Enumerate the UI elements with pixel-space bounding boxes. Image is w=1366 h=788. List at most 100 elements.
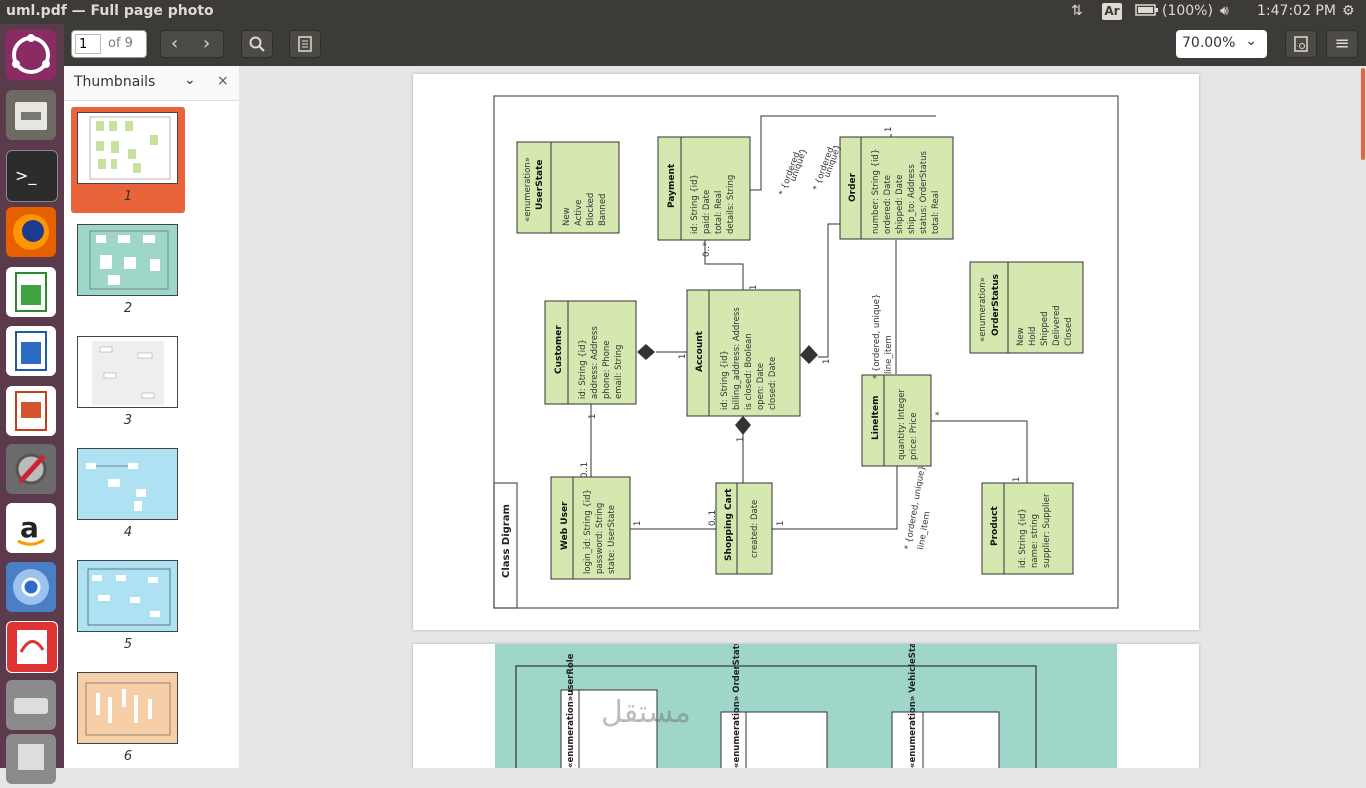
multiplicity-label: 1: [749, 285, 759, 290]
class-attr: status: OrderStatus: [919, 151, 929, 234]
multiplicity-label: 1: [678, 354, 688, 359]
clock[interactable]: 1:47:02 PM: [1257, 3, 1336, 19]
class-attr: Closed: [1064, 317, 1074, 346]
class-orderstatus: «enumeration» OrderStatus New Hold Shipp…: [969, 261, 1084, 354]
annotations-button[interactable]: [289, 30, 321, 58]
class-attr: paid: Date: [702, 190, 712, 234]
battery-icon[interactable]: [1135, 3, 1159, 21]
class-title: Account: [695, 330, 705, 372]
scrollbar-thumb[interactable]: [1361, 68, 1365, 160]
next-page-icon[interactable]: ›: [203, 31, 210, 57]
launcher: >_ a: [0, 24, 64, 784]
document-view[interactable]: Class Digram «enumeration» UserState New…: [239, 66, 1360, 768]
multiplicity-label: 0..1: [708, 510, 718, 526]
zoom-select[interactable]: 70.00% ⌄: [1176, 30, 1267, 58]
sidebar-header: Thumbnails ⌄ ×: [64, 66, 239, 101]
class-attr: details: String: [726, 175, 736, 234]
class-product: Product id: String {id} name: string sup…: [981, 482, 1074, 575]
battery-percent: (100%): [1162, 3, 1213, 19]
thumbnail-page-3[interactable]: [77, 336, 178, 408]
keyboard-layout-indicator[interactable]: Ar: [1102, 3, 1122, 20]
terminal-icon[interactable]: >_: [6, 150, 58, 202]
trash-icon[interactable]: [6, 734, 56, 784]
firefox-icon[interactable]: [6, 207, 56, 257]
chevron-down-icon[interactable]: ⌄: [184, 72, 196, 88]
class-attr: Hold: [1028, 327, 1038, 346]
libreoffice-writer-icon[interactable]: [6, 326, 56, 376]
class-attr: created: Date: [750, 500, 760, 558]
page-2-diagram: «enumeration»userRole «enumeration» Orde…: [495, 627, 1117, 768]
multiplicity-label: *: [935, 411, 939, 421]
volume-icon[interactable]: 🔊︎: [1220, 3, 1229, 19]
page-nav-group: ‹ ›: [160, 30, 224, 58]
window-title: uml.pdf — Full page photo: [6, 3, 214, 19]
class-attr: address: Address: [590, 326, 600, 399]
class-attr: price: Price: [909, 413, 919, 460]
class-lineitem: LineItem quantity: Integer price: Price: [861, 374, 932, 467]
uml-class-diagram: Class Digram «enumeration» UserState New…: [493, 95, 1119, 609]
class-attr: Active: [574, 200, 584, 226]
multiplicity-label: 1: [776, 521, 786, 526]
class-attr: Delivered: [1052, 305, 1062, 346]
thumbnail-page-5[interactable]: [77, 560, 178, 632]
previous-page-icon[interactable]: ‹: [171, 31, 178, 57]
class-attr: New: [1016, 327, 1026, 346]
class-attr: closed: Date: [768, 357, 778, 410]
class-attr: ordered: Date: [883, 175, 893, 234]
libreoffice-calc-icon[interactable]: [6, 267, 56, 317]
document-viewer-icon[interactable]: [6, 621, 58, 673]
page-total: of 9: [108, 36, 133, 51]
vertical-scrollbar[interactable]: [1360, 66, 1366, 768]
class-attr: ship_to: Address: [907, 164, 917, 234]
class-attr: Shipped: [1040, 311, 1050, 346]
composition-diamond: [735, 416, 751, 435]
class-title: Product: [990, 506, 1000, 546]
class-attr: total: Real: [931, 191, 941, 234]
enum-label: «enumeration» OrderStatus: [732, 644, 742, 768]
class-attr: Banned: [598, 194, 608, 226]
class-attr: id: String {id}: [578, 339, 588, 399]
class-attr: shipped: Date: [895, 175, 905, 234]
multiplicity-label: 0..1: [580, 462, 590, 478]
class-order: Order number: String {id} ordered: Date …: [839, 136, 954, 240]
search-button[interactable]: [241, 30, 273, 58]
settings-icon[interactable]: ⚙: [1342, 3, 1355, 19]
top-panel: uml.pdf — Full page photo ⇅ Ar (100%) 🔊︎…: [0, 0, 1366, 24]
page-number-input[interactable]: [75, 34, 101, 54]
thumbnails-sidebar: Thumbnails ⌄ × 1 2 3 4 5 6: [64, 66, 239, 768]
thumbnail-label-1: 1: [123, 189, 133, 204]
drive-icon[interactable]: [6, 680, 56, 730]
zoom-value: 70.00%: [1182, 35, 1236, 51]
class-attr: quantity: Integer: [897, 389, 907, 460]
hamburger-icon: ≡: [1334, 33, 1350, 54]
thumbnail-label-4: 4: [123, 525, 133, 540]
files-icon[interactable]: [6, 90, 56, 140]
thumbnail-label-2: 2: [123, 301, 133, 316]
thumbnail-page-2[interactable]: [77, 224, 178, 296]
ubuntu-dash-icon[interactable]: [6, 30, 56, 80]
role-label: line_item: [884, 335, 894, 374]
chromium-icon[interactable]: [6, 562, 56, 612]
multiplicity-label: 1: [822, 359, 832, 364]
document-icon: [298, 36, 312, 52]
page-view-icon: [1294, 36, 1308, 52]
class-attr: number: String {id}: [871, 149, 881, 234]
view-mode-button[interactable]: [1285, 30, 1317, 58]
class-attr: id: String {id}: [720, 350, 730, 410]
class-webuser: Web User login_id: String {id} password:…: [550, 476, 631, 580]
page-selector: of 9: [71, 30, 147, 58]
amazon-icon[interactable]: a: [6, 503, 56, 553]
close-icon[interactable]: ×: [217, 73, 229, 89]
thumbnail-label-6: 6: [123, 749, 133, 764]
thumbnail-page-6[interactable]: [77, 672, 178, 744]
libreoffice-impress-icon[interactable]: [6, 386, 56, 436]
network-icon[interactable]: ⇅: [1071, 3, 1083, 19]
menu-button[interactable]: ≡: [1326, 30, 1358, 58]
thumbnail-page-1[interactable]: [77, 112, 178, 184]
class-attr: open: Date: [756, 363, 766, 410]
system-settings-icon[interactable]: [6, 444, 56, 494]
thumbnail-page-4[interactable]: [77, 448, 178, 520]
class-attr: phone: Phone: [602, 341, 612, 400]
search-icon: [249, 36, 265, 52]
class-attr: login_id: String {id}: [583, 489, 593, 574]
